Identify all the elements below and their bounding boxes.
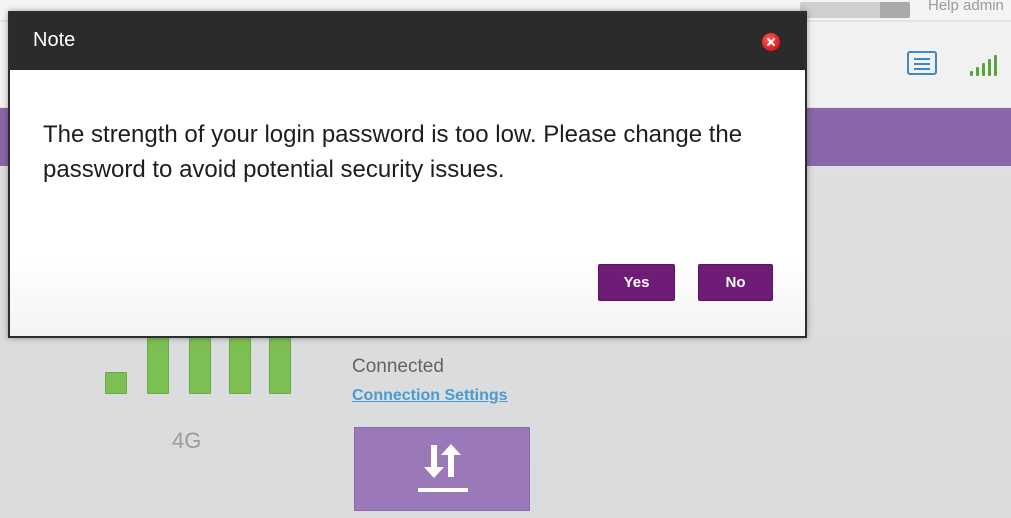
- yes-button[interactable]: Yes: [598, 264, 675, 301]
- signal-bar: [189, 334, 211, 394]
- signal-bar: [105, 372, 127, 394]
- chevron-down-icon[interactable]: [880, 2, 910, 18]
- dialog-titlebar: Note: [10, 13, 805, 70]
- dialog-message: The strength of your login password is t…: [43, 121, 743, 183]
- no-button[interactable]: No: [698, 264, 773, 301]
- connection-status: Connected: [352, 356, 444, 377]
- signal-bar: [269, 334, 291, 394]
- network-type-label: 4G: [172, 428, 202, 453]
- close-icon[interactable]: [762, 33, 780, 51]
- connect-toggle-button[interactable]: [354, 427, 530, 511]
- message-icon[interactable]: [907, 51, 937, 75]
- dialog-title: Note: [33, 29, 76, 51]
- connection-settings-link[interactable]: Connection Settings: [352, 387, 508, 405]
- signal-bar: [147, 334, 169, 394]
- dialog-footer: [10, 257, 805, 336]
- signal-bar: [229, 334, 251, 394]
- transfer-underline: [418, 488, 468, 492]
- password-warning-dialog: Note The strength of your login password…: [8, 11, 807, 338]
- transfer-icon: [424, 444, 461, 478]
- top-links[interactable]: Help admin: [928, 0, 1011, 14]
- signal-icon: [968, 50, 1011, 78]
- signal-strength-indicator: [105, 334, 295, 394]
